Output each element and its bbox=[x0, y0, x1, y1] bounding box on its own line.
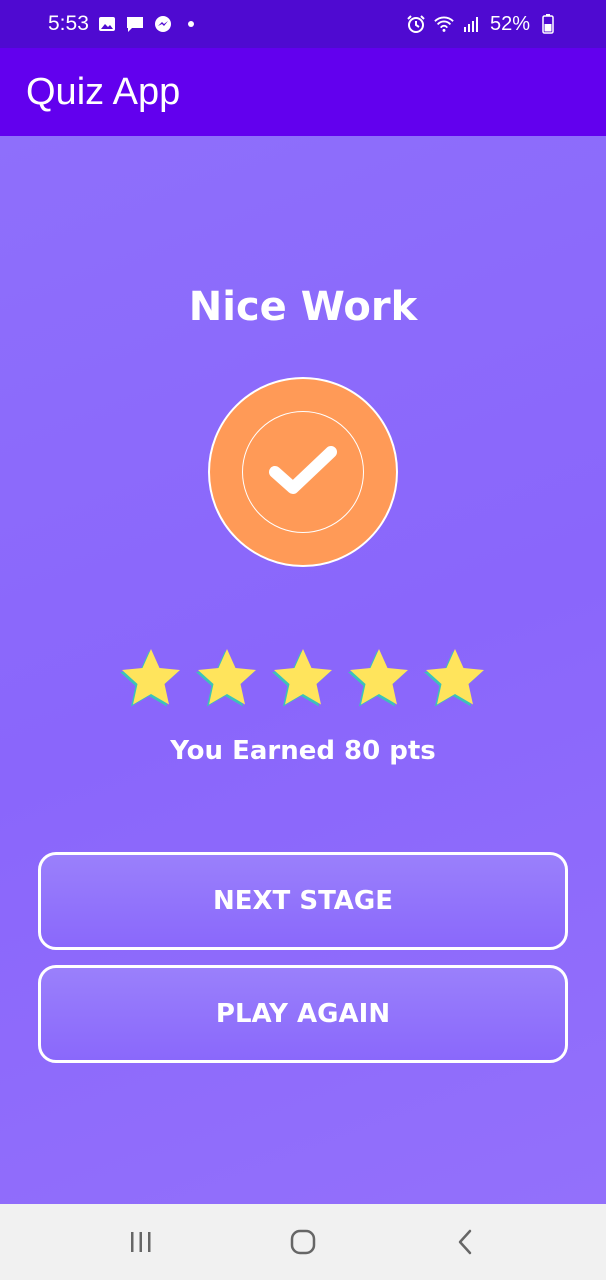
messenger-icon bbox=[153, 14, 173, 34]
success-badge bbox=[208, 377, 398, 567]
star-icon bbox=[271, 646, 335, 710]
result-screen: Nice Work You Earned 80 pts NEXT STAGE P… bbox=[0, 136, 606, 1204]
app-title: Quiz App bbox=[26, 70, 181, 113]
star-icon bbox=[195, 646, 259, 710]
star-icon bbox=[119, 646, 183, 710]
status-bar: 5:53 52% bbox=[0, 0, 606, 48]
status-left: 5:53 bbox=[48, 12, 201, 36]
next-stage-button[interactable]: NEXT STAGE bbox=[38, 852, 568, 950]
check-icon bbox=[267, 444, 339, 500]
alarm-icon bbox=[406, 14, 426, 34]
back-icon[interactable] bbox=[435, 1212, 495, 1272]
play-again-button[interactable]: PLAY AGAIN bbox=[38, 965, 568, 1063]
result-title: Nice Work bbox=[188, 284, 418, 330]
signal-icon bbox=[462, 14, 482, 34]
battery-icon bbox=[538, 14, 558, 34]
gallery-icon bbox=[97, 14, 117, 34]
status-right: 52% bbox=[406, 13, 558, 36]
play-again-label: PLAY AGAIN bbox=[215, 999, 391, 1029]
battery-percent: 52% bbox=[489, 12, 530, 35]
dot-icon bbox=[181, 14, 201, 34]
badge-inner-ring bbox=[242, 411, 364, 533]
message-icon bbox=[125, 14, 145, 34]
status-time: 5:53 bbox=[48, 12, 89, 35]
star-rating bbox=[0, 646, 606, 710]
star-icon bbox=[423, 646, 487, 710]
app-bar: Quiz App bbox=[0, 48, 606, 136]
wifi-icon bbox=[434, 14, 454, 34]
recent-apps-icon[interactable] bbox=[111, 1212, 171, 1272]
home-icon[interactable] bbox=[273, 1212, 333, 1272]
next-stage-label: NEXT STAGE bbox=[212, 886, 394, 916]
navigation-bar bbox=[0, 1204, 606, 1280]
star-icon bbox=[347, 646, 411, 710]
earned-points-text: You Earned 80 pts bbox=[170, 736, 436, 766]
